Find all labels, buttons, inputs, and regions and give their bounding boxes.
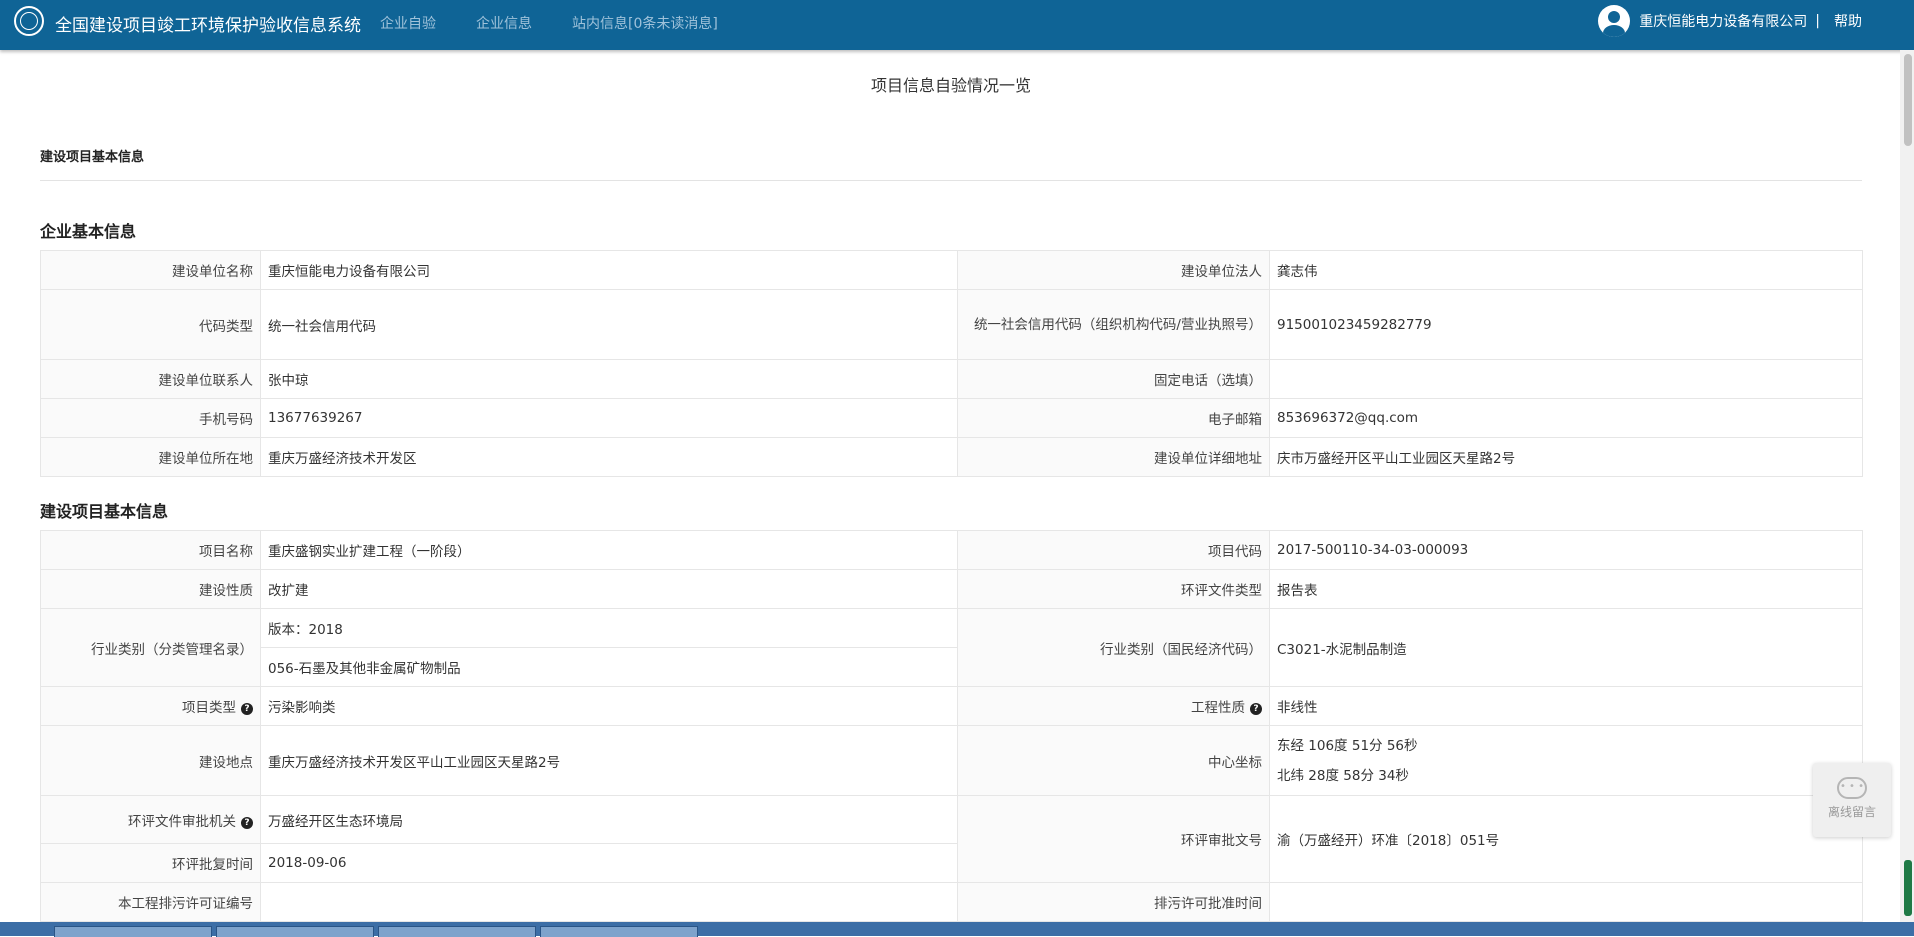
- table-row: 项目类型? 污染影响类 工程性质? 非线性: [40, 686, 1863, 726]
- field-value: 渝（万盛经开）环准〔2018〕051号: [1269, 795, 1863, 883]
- field-value: 万盛经开区生态环境局: [260, 795, 958, 844]
- latitude: 北纬 28度 58分 34秒: [1277, 767, 1409, 784]
- user-area: 重庆恒能电力设备有限公司 | 帮助: [1598, 0, 1914, 42]
- table-row: 建设地点 重庆万盛经济技术开发区平山工业园区天星路2号 中心坐标 东经 106度…: [40, 725, 1863, 796]
- field-label: 建设单位详细地址: [957, 437, 1270, 477]
- system-title: 全国建设项目竣工环境保护验收信息系统: [55, 16, 361, 36]
- user-avatar-icon[interactable]: [1598, 5, 1631, 37]
- field-label: 排污许可批准时间: [957, 882, 1270, 922]
- field-value: 庆市万盛经开区平山工业园区天星路2号: [1269, 437, 1863, 477]
- help-icon[interactable]: ?: [241, 816, 253, 829]
- field-value: 报告表: [1269, 569, 1863, 609]
- scrollbar-thumb[interactable]: [1904, 54, 1912, 146]
- field-label: 建设单位联系人: [40, 359, 261, 399]
- field-value: C3021-水泥制品制造: [1269, 608, 1863, 687]
- industry-value: 056-石墨及其他非金属矿物制品: [260, 647, 958, 687]
- field-value: [1269, 882, 1863, 922]
- coordinate-value: 东经 106度 51分 56秒 北纬 28度 58分 34秒: [1269, 725, 1863, 796]
- field-label: 电子邮箱: [957, 398, 1270, 438]
- side-widget-handle[interactable]: [1904, 860, 1912, 916]
- field-label: 环评审批文号: [957, 795, 1270, 883]
- nav-site-messages[interactable]: 站内信息[0条未读消息]: [572, 13, 718, 33]
- chat-icon: [1837, 777, 1867, 799]
- field-label: 建设地点: [40, 725, 261, 796]
- project-type-label: 项目类型: [182, 700, 236, 716]
- field-label: 工程性质?: [957, 686, 1270, 726]
- field-label: 建设单位所在地: [40, 437, 261, 477]
- table-row: 项目名称 重庆盛钢实业扩建工程（一阶段） 项目代码 2017-500110-34…: [40, 530, 1863, 570]
- help-link[interactable]: 帮助: [1834, 11, 1862, 31]
- taskbar-button[interactable]: [540, 926, 698, 937]
- field-label: 项目代码: [957, 530, 1270, 570]
- field-value: 重庆万盛经济技术开发区: [260, 437, 958, 477]
- field-value: 张中琼: [260, 359, 958, 399]
- field-value: 853696372@qq.com: [1269, 398, 1863, 438]
- field-value: 915001023459282779: [1269, 289, 1863, 360]
- field-value: 统一社会信用代码: [260, 289, 958, 360]
- field-label: 建设单位法人: [957, 250, 1270, 290]
- scrollbar[interactable]: [1900, 50, 1914, 922]
- field-value: 重庆万盛经济技术开发区平山工业园区天星路2号: [260, 725, 958, 796]
- field-label: 环评批复时间: [40, 843, 261, 883]
- help-icon[interactable]: ?: [1250, 703, 1262, 715]
- field-value: 龚志伟: [1269, 250, 1863, 290]
- page-title: 项目信息自验情况一览: [870, 76, 1031, 95]
- help-icon[interactable]: ?: [241, 703, 253, 715]
- project-name-value: 重庆盛钢实业扩建工程（一阶段）: [260, 530, 958, 570]
- field-value: 重庆恒能电力设备有限公司: [260, 250, 958, 290]
- table-row: 建设单位所在地 重庆万盛经济技术开发区 建设单位详细地址 庆市万盛经开区平山工业…: [40, 437, 1863, 477]
- field-value: 非线性: [1269, 686, 1863, 726]
- system-logo-icon: [14, 6, 44, 36]
- table-row: 手机号码 13677639267 电子邮箱 853696372@qq.com: [40, 398, 1863, 438]
- table-row: 行业类别（分类管理名录） 版本：2018 行业类别（国民经济代码） C3021-…: [40, 608, 1863, 687]
- project-info-table: 项目名称 重庆盛钢实业扩建工程（一阶段） 项目代码 2017-500110-34…: [40, 530, 1863, 922]
- field-value: 改扩建: [260, 569, 958, 609]
- table-row: 建设性质 改扩建 环评文件类型 报告表: [40, 569, 1863, 609]
- field-value: [260, 882, 958, 922]
- field-value: 2018-09-06: [260, 843, 958, 883]
- table-row: 建设单位名称 重庆恒能电力设备有限公司 建设单位法人 龚志伟: [40, 250, 1863, 290]
- field-label: 中心坐标: [957, 725, 1270, 796]
- field-label: 代码类型: [40, 289, 261, 360]
- industry-version: 版本：2018: [260, 608, 958, 648]
- user-name[interactable]: 重庆恒能电力设备有限公司: [1639, 11, 1807, 31]
- field-value: 污染影响类: [260, 686, 958, 726]
- field-label: 行业类别（国民经济代码）: [957, 608, 1270, 687]
- field-label: 建设性质: [40, 569, 261, 609]
- field-label: 行业类别（分类管理名录）: [40, 608, 261, 687]
- field-value: 13677639267: [260, 398, 958, 438]
- field-value: [1269, 359, 1863, 399]
- taskbar-button[interactable]: [216, 926, 374, 937]
- field-label: 环评文件审批机关?: [40, 795, 261, 844]
- field-label: 固定电话（选填）: [957, 359, 1270, 399]
- top-nav-bar: 全国建设项目竣工环境保护验收信息系统 企业自验 企业信息 站内信息[0条未读消息…: [0, 0, 1914, 50]
- field-label: 统一社会信用代码（组织机构代码/营业执照号）: [957, 289, 1270, 360]
- table-row: 环评文件审批机关? 万盛经开区生态环境局 环评审批文号 渝（万盛经开）环准〔20…: [40, 795, 1863, 883]
- field-label: 手机号码: [40, 398, 261, 438]
- field-label: 建设单位名称: [40, 250, 261, 290]
- nav-self-check[interactable]: 企业自验: [380, 13, 436, 33]
- table-row: 代码类型 统一社会信用代码 统一社会信用代码（组织机构代码/营业执照号） 915…: [40, 289, 1863, 360]
- taskbar-button[interactable]: [54, 926, 212, 937]
- offline-message-button[interactable]: 离线留言: [1813, 763, 1891, 837]
- enterprise-info-table: 建设单位名称 重庆恒能电力设备有限公司 建设单位法人 龚志伟 代码类型 统一社会…: [40, 250, 1863, 477]
- enterprise-info-title: 企业基本信息: [40, 222, 137, 241]
- taskbar-button[interactable]: [378, 926, 536, 937]
- project-info-title: 建设项目基本信息: [40, 502, 169, 521]
- table-row: 建设单位联系人 张中琼 固定电话（选填）: [40, 359, 1863, 399]
- section-heading: 建设项目基本信息: [40, 150, 145, 165]
- project-code-value: 2017-500110-34-03-000093: [1269, 530, 1863, 570]
- longitude: 东经 106度 51分 56秒: [1277, 737, 1418, 754]
- field-label: 环评文件类型: [957, 569, 1270, 609]
- field-label: 项目类型?: [40, 686, 261, 726]
- field-label: 本工程排污许可证编号: [40, 882, 261, 922]
- engineering-nature-label: 工程性质: [1191, 700, 1245, 716]
- nav-enterprise-info[interactable]: 企业信息: [476, 13, 532, 33]
- offline-message-label: 离线留言: [1827, 805, 1876, 819]
- field-label: 项目名称: [40, 530, 261, 570]
- header-separator: |: [1815, 13, 1820, 29]
- divider: [40, 180, 1862, 181]
- approver-label: 环评文件审批机关: [128, 813, 236, 830]
- table-row: 本工程排污许可证编号 排污许可批准时间: [40, 882, 1863, 922]
